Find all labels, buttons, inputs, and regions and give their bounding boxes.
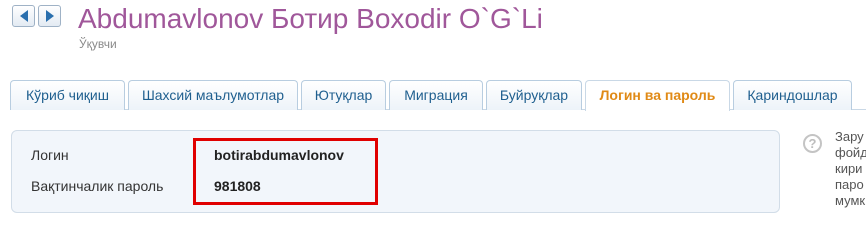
tab-overview[interactable]: Кўриб чиқиш [10, 80, 125, 110]
arrow-left-icon [19, 10, 28, 22]
help-text-line: кири [835, 161, 863, 176]
page-title: Abdumavlonov Ботир Boxodir O`G`Li [78, 3, 543, 34]
record-navigation [12, 5, 61, 27]
previous-record-button[interactable] [12, 5, 35, 27]
login-label: Логин [31, 147, 69, 163]
help-text: Зару фойд кири паро мумк [835, 129, 866, 209]
page-subtitle: Ўқувчи [79, 37, 117, 51]
highlight-box [193, 138, 378, 205]
tab-login-password[interactable]: Логин ва пароль [585, 80, 730, 111]
next-record-button[interactable] [38, 5, 61, 27]
tab-relatives[interactable]: Қариндошлар [733, 80, 852, 110]
arrow-right-icon [45, 10, 54, 22]
tab-personal-info[interactable]: Шахсий маълумотлар [128, 80, 298, 110]
tab-migration[interactable]: Миграция [389, 80, 483, 110]
help-text-line: паро [835, 177, 864, 192]
tab-bar: Кўриб чиқиш Шахсий маълумотлар Ютуқлар М… [10, 80, 866, 111]
temp-password-label: Вақтинчалик пароль [31, 178, 164, 194]
help-text-line: мумк [835, 193, 866, 208]
help-text-line: Зару [835, 129, 864, 144]
tab-orders[interactable]: Буйруқлар [486, 80, 582, 110]
tab-achievements[interactable]: Ютуқлар [301, 80, 386, 110]
question-icon: ? [803, 134, 822, 153]
credentials-panel: Логин botirabdumavlonov Вақтинчалик паро… [11, 130, 780, 213]
help-text-line: фойд [835, 145, 866, 160]
